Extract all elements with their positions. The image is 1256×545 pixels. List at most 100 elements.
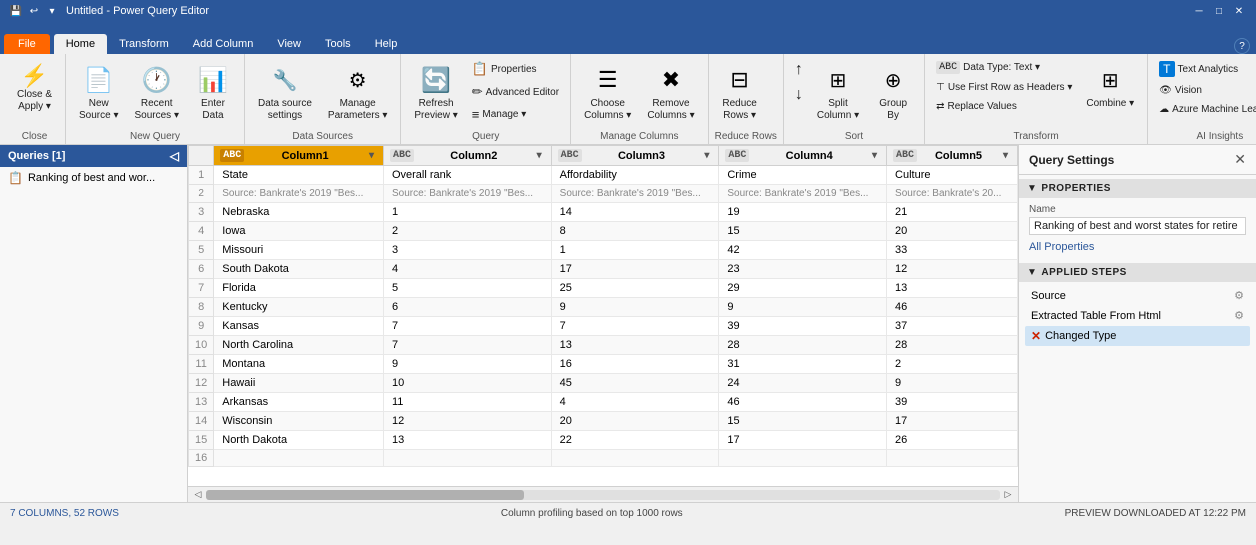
replace-values-button[interactable]: ⇄ Replace Values <box>931 98 1077 115</box>
qa-save-btn[interactable]: 💾 <box>8 3 24 19</box>
col2-filter-btn[interactable]: ▾ <box>534 149 545 162</box>
cell-r16-c3 <box>551 450 719 467</box>
col3-filter-btn[interactable]: ▾ <box>701 149 712 162</box>
tab-transform[interactable]: Transform <box>107 34 181 54</box>
qa-undo-btn[interactable]: ↩ <box>26 3 42 19</box>
col-header-4[interactable]: ABC Column4 ▾ <box>719 146 887 166</box>
all-properties-link[interactable]: All Properties <box>1019 241 1256 259</box>
cell-r12-c4: 24 <box>719 374 887 393</box>
manage-button[interactable]: ≡ Manage ▾ <box>467 104 564 125</box>
step-source-gear[interactable]: ⚙ <box>1234 289 1244 302</box>
use-first-row-button[interactable]: ⊤ Use First Row as Headers ▾ <box>931 79 1077 96</box>
row-num-12: 12 <box>189 374 214 393</box>
group-by-icon: ⊕ <box>875 62 911 98</box>
step-changed-delete[interactable]: ✕ <box>1031 329 1041 343</box>
cell-r15-c1: North Dakota <box>214 431 384 450</box>
table-row: 14Wisconsin12201517 <box>189 412 1018 431</box>
step-source[interactable]: Source ⚙ <box>1025 286 1250 305</box>
col1-filter-btn[interactable]: ▾ <box>366 149 377 162</box>
new-source-button[interactable]: 📄 NewSource ▾ <box>72 58 125 126</box>
maximize-btn[interactable]: □ <box>1210 2 1228 20</box>
step-extracted-table[interactable]: Extracted Table From Html ⚙ <box>1025 306 1250 325</box>
col-header-5[interactable]: ABC Column5 ▾ <box>887 146 1018 166</box>
reduce-rows-button[interactable]: ⊟ ReduceRows ▾ <box>715 58 765 126</box>
combine-button[interactable]: ⊞ Combine ▾ <box>1079 58 1141 114</box>
table-body: 1StateOverall rankAffordabilityCrimeCult… <box>189 166 1018 467</box>
manage-parameters-button[interactable]: ⚙ ManageParameters ▾ <box>321 58 394 126</box>
minimize-btn[interactable]: ─ <box>1190 2 1208 20</box>
tab-file[interactable]: File <box>4 34 50 54</box>
cell-r16-c1 <box>214 450 384 467</box>
sort-asc-button[interactable]: ↑ <box>790 58 808 82</box>
data-source-settings-label: Data sourcesettings <box>258 98 312 122</box>
h-scroll-right-btn[interactable]: ▷ <box>1000 487 1016 503</box>
table-container[interactable]: ABC Column1 ▾ ABC Column2 ▾ <box>188 145 1018 486</box>
group-by-button[interactable]: ⊕ GroupBy <box>868 58 918 126</box>
split-column-button[interactable]: ⊞ SplitColumn ▾ <box>810 58 866 126</box>
step-extracted-gear[interactable]: ⚙ <box>1234 309 1244 322</box>
sort-desc-button[interactable]: ↓ <box>790 83 808 107</box>
data-type-button[interactable]: ABC Data Type: Text ▾ <box>931 58 1077 77</box>
col-header-1[interactable]: ABC Column1 ▾ <box>214 146 384 166</box>
applied-steps-section-header: ▼ APPLIED STEPS <box>1019 263 1256 282</box>
tab-tools[interactable]: Tools <box>313 34 363 54</box>
sidebar-collapse-btn[interactable]: ◁ <box>170 149 179 163</box>
vision-button[interactable]: 👁 Vision <box>1154 82 1256 99</box>
row-num-4: 4 <box>189 222 214 241</box>
query-name-input[interactable] <box>1029 217 1246 235</box>
choose-columns-button[interactable]: ☰ ChooseColumns ▾ <box>577 58 638 126</box>
step-extracted-label: Extracted Table From Html <box>1031 310 1161 322</box>
new-source-label: NewSource ▾ <box>79 98 118 122</box>
h-scroll-thumb[interactable] <box>206 490 524 500</box>
azure-ml-button[interactable]: ☁ Azure Machine Learning <box>1154 101 1256 118</box>
cell-r15-c2: 13 <box>383 431 551 450</box>
app-title: Untitled - Power Query Editor <box>66 5 209 17</box>
refresh-preview-button[interactable]: 🔄 RefreshPreview ▾ <box>407 58 464 126</box>
cell-r13-c4: 46 <box>719 393 887 412</box>
row-num-8: 8 <box>189 298 214 317</box>
h-scroll-left-btn[interactable]: ◁ <box>190 487 206 503</box>
cell-r8-c5: 46 <box>887 298 1018 317</box>
window-close-btn[interactable]: ✕ <box>1230 2 1248 20</box>
tab-view[interactable]: View <box>265 34 313 54</box>
advanced-editor-button[interactable]: ✏ Advanced Editor <box>467 81 564 103</box>
properties-button[interactable]: 📋 Properties <box>467 58 564 80</box>
right-panel-close-btn[interactable]: ✕ <box>1234 151 1246 168</box>
qa-dropdown-btn[interactable]: ▾ <box>44 3 60 19</box>
enter-data-button[interactable]: 📊 EnterData <box>188 58 238 126</box>
ribbon-group-reduce-rows-content: ⊟ ReduceRows ▾ <box>715 58 777 126</box>
combine-icon: ⊞ <box>1092 62 1128 98</box>
step-changed-type[interactable]: ✕ Changed Type <box>1025 326 1250 346</box>
properties-section-label: PROPERTIES <box>1041 183 1110 194</box>
cell-r7-c1: Florida <box>214 279 384 298</box>
cell-r14-c2: 12 <box>383 412 551 431</box>
col5-filter-btn[interactable]: ▾ <box>1000 149 1011 162</box>
cell-r4-c5: 20 <box>887 222 1018 241</box>
cell-r16-c2 <box>383 450 551 467</box>
tab-home[interactable]: Home <box>54 34 107 54</box>
row-num-9: 9 <box>189 317 214 336</box>
col-header-3[interactable]: ABC Column3 ▾ <box>551 146 719 166</box>
h-scroll-area[interactable]: ◁ ▷ <box>188 486 1018 502</box>
remove-columns-button[interactable]: ✖ RemoveColumns ▾ <box>640 58 701 126</box>
recent-sources-button[interactable]: 🕐 RecentSources ▾ <box>128 58 186 126</box>
col4-filter-btn[interactable]: ▾ <box>869 149 880 162</box>
sidebar-item-query[interactable]: 📋 Ranking of best and wor... <box>0 167 187 189</box>
help-icon[interactable]: ? <box>1234 38 1250 54</box>
table-row: 1StateOverall rankAffordabilityCrimeCult… <box>189 166 1018 185</box>
h-scroll-track[interactable] <box>206 490 1000 500</box>
col-header-2[interactable]: ABC Column2 ▾ <box>383 146 551 166</box>
close-apply-button[interactable]: ⚡ Close &Apply ▾ <box>10 58 59 118</box>
status-profiling-info: Column profiling based on top 1000 rows <box>501 508 683 519</box>
cell-r9-c5: 37 <box>887 317 1018 336</box>
cell-r2-c5: Source: Bankrate's 20... <box>887 185 1018 203</box>
cell-r10-c3: 13 <box>551 336 719 355</box>
tab-help[interactable]: Help <box>363 34 410 54</box>
use-first-row-label: Use First Row as Headers ▾ <box>948 82 1073 93</box>
text-analytics-button[interactable]: T Text Analytics <box>1154 58 1256 80</box>
reduce-rows-label: ReduceRows ▾ <box>722 98 756 122</box>
col3-type-icon: ABC <box>558 149 582 162</box>
data-source-settings-button[interactable]: 🔧 Data sourcesettings <box>251 58 319 126</box>
tab-add-column[interactable]: Add Column <box>181 34 266 54</box>
ribbon-group-transform: ABC Data Type: Text ▾ ⊤ Use First Row as… <box>925 54 1148 144</box>
